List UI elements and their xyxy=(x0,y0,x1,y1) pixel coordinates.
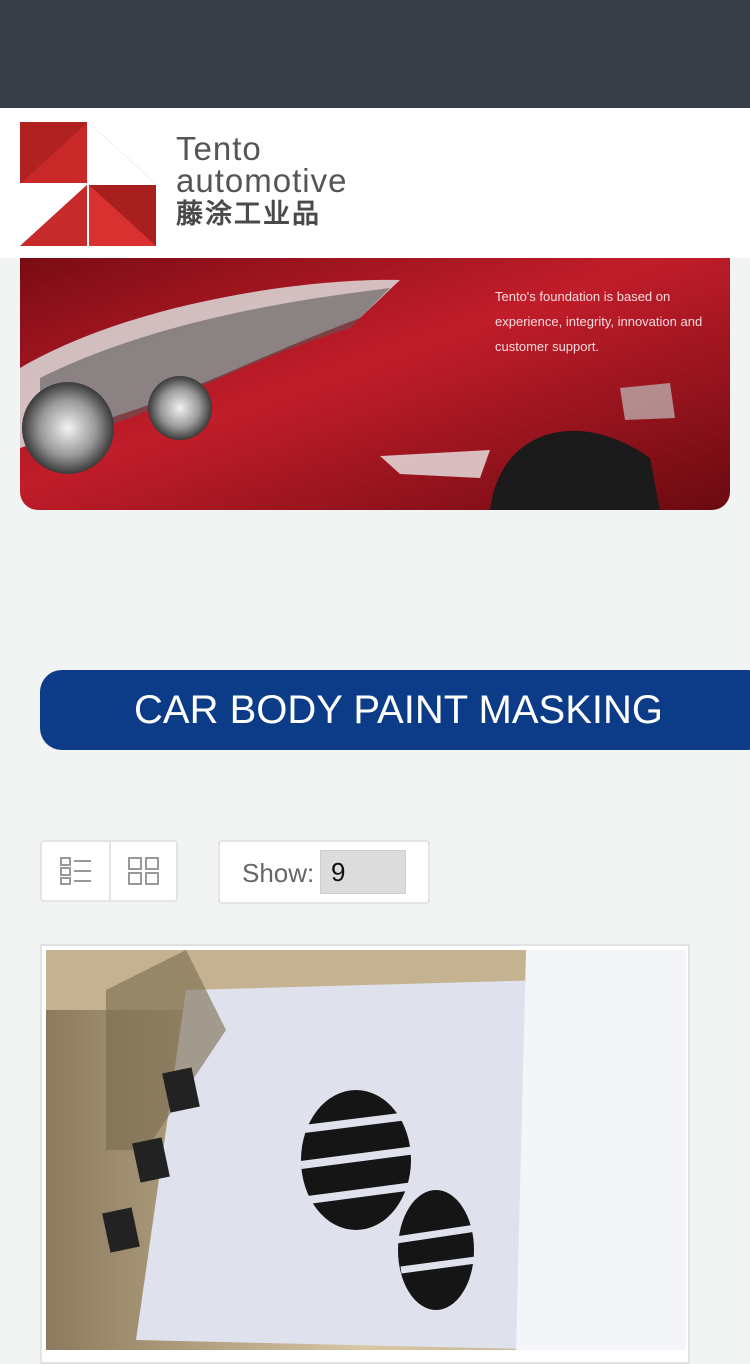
brand-line-1: Tento xyxy=(176,130,262,167)
banner-caption: Tento's foundation is based on experienc… xyxy=(495,289,703,354)
product-card[interactable] xyxy=(40,944,690,1364)
list-view-button[interactable] xyxy=(42,842,109,900)
top-status-bar xyxy=(0,0,750,108)
show-count-select[interactable]: 9 xyxy=(320,850,406,894)
logo-icon[interactable] xyxy=(20,122,156,246)
brand-line-2: automotive xyxy=(176,162,348,199)
grid-view-icon xyxy=(127,857,159,885)
show-per-page: Show: 9 xyxy=(218,840,430,904)
brand-name[interactable]: Tento automotive 藤涂工业品 xyxy=(176,132,347,232)
list-view-icon xyxy=(59,857,91,885)
car-floor-mat-image xyxy=(46,950,686,1350)
show-label: Show: xyxy=(242,858,315,888)
product-image[interactable] xyxy=(46,950,686,1350)
brand-line-3: 藤涂工业品 xyxy=(176,199,321,229)
grid-view-button[interactable] xyxy=(109,842,176,900)
site-header: Tento automotive 藤涂工业品 xyxy=(0,108,750,258)
category-title: CAR BODY PAINT MASKING xyxy=(40,670,750,750)
view-toggle xyxy=(40,840,178,902)
hero-banner: Tento's foundation is based on experienc… xyxy=(20,258,730,510)
